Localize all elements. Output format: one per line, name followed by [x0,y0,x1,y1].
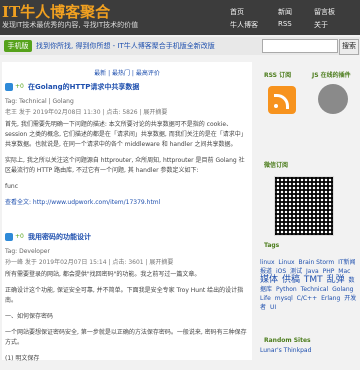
post-icon [5,233,13,241]
qr-code-icon [274,176,334,236]
post-title[interactable]: 我用密码的功能设计 [28,232,91,242]
post-meta: 老王 发于 2019年02月08日 11:30 | 点击: 5826 | 展开摘… [5,109,168,116]
tag-link[interactable]: TMT [304,275,323,285]
tag-link[interactable]: 测试 [290,268,302,275]
tag-link[interactable]: Java [306,268,319,275]
main-content: 最新 | 最热门 | 最高评价 +0 在Golang的HTTP请求中共享数据 T… [2,62,252,362]
sidebar: RSS 订阅 JS 在线的插件 微信订阅 Tags linux Linux Br… [258,62,360,360]
post-paragraph: 所有需要登录的网站, 都会提供"找回密码"的功能。我之前写过一篇文章。 [5,271,201,278]
nav-about[interactable]: 关于 [314,20,328,30]
nav-rss[interactable]: RSS [278,20,292,28]
tag-cloud: linux Linux Brain Storm IT新闻报道 iOS 测试 Ja… [260,258,358,312]
post-paragraph: 一个网站要想保证密码安全, 第一步就是以正确的方法保存密码。一般说来, 密码有三… [5,329,247,346]
nav-home[interactable]: 首页 [230,7,244,17]
rss-icon[interactable] [268,86,296,114]
post-meta: 孙一峰 发于 2019年02月07日 15:14 | 点击: 3601 | 展开… [5,259,174,266]
post-title-row: +0 在Golang的HTTP请求中共享数据 [5,82,249,94]
tag-link[interactable]: iOS [276,268,286,275]
notice-bar: 手机版 找到你所找, 得到你所想 - IT牛人博客聚合手机版全新改版 搜索 [0,37,360,55]
tag-link[interactable]: Life [260,295,271,302]
post-icon [5,83,13,91]
tag-link[interactable]: 供稿 [282,275,300,285]
tag-link[interactable]: 媒体 [260,275,278,285]
post-paragraph: (1) 明文保存 [5,355,40,362]
tag-link[interactable]: Brain Storm [299,259,335,266]
tag-link[interactable]: UI [270,304,276,311]
post-body: 所有需要登录的网站, 都会提供"找回密码"的功能。我之前写过一篇文章。 正确设计… [5,270,249,370]
tag-link[interactable]: C/C++ [297,295,317,302]
mobile-version-badge[interactable]: 手机版 [4,40,32,52]
vote-count[interactable]: +0 [15,233,24,240]
notice-text[interactable]: 找到你所找, 得到你所想 - IT牛人博客聚合手机版全新改版 [36,41,215,51]
tag-link[interactable]: Python [276,286,297,293]
tag-link[interactable]: mysql [275,295,293,302]
read-more-link[interactable]: 查看全文: http://www.udpwork.com/item/17379.… [5,198,249,208]
post-item: +0 我用密码的功能设计 Tag: Developer 孙一峰 发于 2019年… [2,232,252,362]
nav-blogger[interactable]: 牛人博客 [230,20,258,30]
tag-link[interactable]: Erlang [321,295,340,302]
post-paragraph: 一、如何保存密码 [5,313,54,320]
js-plugin-title: JS 在线的插件 [312,72,351,79]
search-input[interactable] [262,39,338,53]
post-paragraph: 实际上, 我之所以关注这个问题源自 httprouter, 众所周知, http… [5,157,245,174]
random-site-link[interactable]: Lunar's Thinkpad [260,347,311,354]
post-paragraph: 首先, 我们需要先明确一下问题的描述: 本文所要讨论的共享数据可不是指的 coo… [5,121,247,148]
post-tags[interactable]: Tag: Developer [5,248,50,255]
site-logo[interactable]: IT牛人博客聚合 [2,1,110,22]
post-title[interactable]: 在Golang的HTTP请求中共享数据 [28,82,139,92]
post-paragraph: 正确设计这个功能, 保证安全可靠, 并不简单。下面我是安全专家 Troy Hun… [5,287,244,304]
tag-link[interactable]: Technical [301,286,329,293]
post-tags[interactable]: Tag: Technical | Golang [5,98,74,105]
tags-title: Tags [264,242,280,249]
random-sites-title: Random Sites [264,337,311,344]
post-item: +0 在Golang的HTTP请求中共享数据 Tag: Technical | … [2,82,252,222]
tag-link[interactable]: 乱弹 [327,275,345,285]
wechat-title: 微信订阅 [264,162,289,169]
tag-link[interactable]: Golang [332,286,353,293]
avatar[interactable] [318,84,348,114]
tag-link[interactable]: Linux [278,259,294,266]
search-button[interactable]: 搜索 [339,39,359,55]
post-body: 首先, 我们需要先明确一下问题的描述: 本文所要讨论的共享数据可不是指的 coo… [5,120,249,214]
vote-count[interactable]: +0 [15,83,24,90]
rss-title: RSS 订阅 [264,72,292,79]
sort-tabs[interactable]: 最新 | 最热门 | 最高评价 [2,68,252,77]
post-title-row: +0 我用密码的功能设计 [5,232,249,244]
nav-guestbook[interactable]: 留言板 [314,7,335,17]
tag-link[interactable]: PHP [323,268,335,275]
post-paragraph: func [5,183,19,190]
nav-news[interactable]: 新闻 [278,7,292,17]
site-header: IT牛人博客聚合 发现IT技术最优秀的内容, 寻找IT技术的价值 首页 新闻 留… [0,0,360,35]
site-tagline: 发现IT技术最优秀的内容, 寻找IT技术的价值 [2,21,139,29]
tag-link[interactable]: Mac [338,268,350,275]
tag-link[interactable]: linux [260,259,275,266]
